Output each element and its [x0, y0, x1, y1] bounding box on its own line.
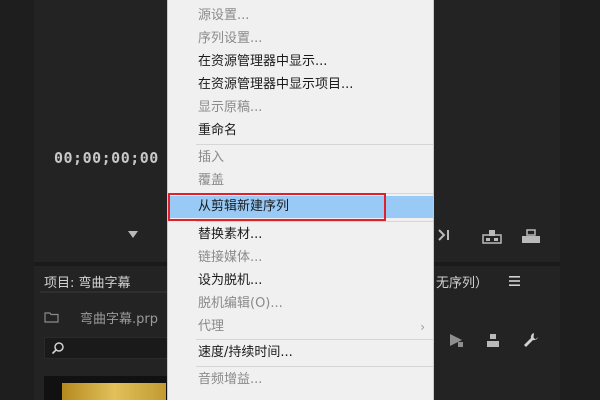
menu-item-replace-footage[interactable]: 替换素材...	[168, 224, 433, 246]
menu-item-label: 速度/持续时间...	[198, 345, 293, 360]
menu-item-label: 序列设置...	[198, 31, 263, 46]
source-timecode[interactable]: 00;00;00;00	[54, 149, 159, 167]
menu-item-label: 设为脱机...	[198, 273, 263, 288]
menu-item-make-offline[interactable]: 设为脱机...	[168, 270, 433, 292]
menu-separator	[196, 144, 433, 145]
sequence-label: 无序列）	[436, 276, 489, 291]
menu-item-label: 替换素材...	[198, 227, 263, 242]
menu-item-proxy[interactable]: 代理 ›	[168, 316, 433, 338]
menu-item-label: 源设置...	[198, 8, 250, 23]
overwrite-icon[interactable]	[521, 228, 541, 244]
menu-item-label: 插入	[198, 150, 225, 165]
menu-item-show-original[interactable]: 显示原稿...	[168, 97, 433, 119]
menu-item-label: 在资源管理器中显示项目...	[198, 77, 354, 92]
menu-item-label: 在资源管理器中显示...	[198, 54, 328, 69]
menu-item-link-media[interactable]: 链接媒体...	[168, 247, 433, 269]
menu-item-label: 覆盖	[198, 173, 225, 188]
menu-item-label: 重命名	[198, 123, 238, 138]
menu-separator	[196, 339, 433, 340]
wrench-icon[interactable]	[522, 331, 540, 349]
menu-separator	[196, 221, 433, 222]
menu-item-label: 脱机编辑(O)...	[198, 296, 283, 311]
menu-item-insert[interactable]: 插入	[168, 147, 433, 169]
menu-item-overwrite[interactable]: 覆盖	[168, 170, 433, 192]
panel-menu-icon[interactable]	[509, 276, 520, 286]
trim-icon[interactable]	[436, 227, 456, 243]
menu-item-audio-gain[interactable]: 音频增益...	[168, 369, 433, 391]
export-frame-icon[interactable]	[448, 332, 464, 348]
chevron-right-icon: ›	[420, 320, 425, 334]
menu-item-label: 显示原稿...	[198, 100, 263, 115]
app-window: 00;00;00;00 项目: 弯曲字幕 无序列） 弯曲字幕.prp 源设置..…	[0, 0, 600, 400]
menu-item-edit-offline[interactable]: 脱机编辑(O)...	[168, 293, 433, 315]
insert-icon[interactable]	[482, 228, 502, 244]
menu-item-source-settings[interactable]: 源设置...	[168, 5, 433, 27]
lift-icon[interactable]	[486, 332, 500, 348]
menu-item-reveal-in-explorer[interactable]: 在资源管理器中显示...	[168, 51, 433, 73]
menu-separator	[196, 366, 433, 367]
playhead-marker-icon[interactable]	[128, 231, 138, 238]
annotation-highlight-box	[168, 193, 386, 221]
folder-icon	[44, 312, 59, 323]
menu-item-label: 音频增益...	[198, 372, 263, 387]
search-icon	[51, 342, 64, 355]
project-tab-underline	[40, 291, 180, 293]
menu-item-sequence-settings[interactable]: 序列设置...	[168, 28, 433, 50]
menu-item-label: 链接媒体...	[198, 250, 263, 265]
clip-thumbnail[interactable]	[62, 383, 166, 400]
menu-item-label: 代理	[198, 319, 225, 334]
menu-item-speed-duration[interactable]: 速度/持续时间...	[168, 342, 433, 364]
project-panel-title[interactable]: 项目: 弯曲字幕	[44, 272, 131, 291]
menu-item-rename[interactable]: 重命名	[168, 120, 433, 142]
menu-item-reveal-project-in-explorer[interactable]: 在资源管理器中显示项目...	[168, 74, 433, 96]
project-file-name[interactable]: 弯曲字幕.prp	[80, 308, 158, 327]
